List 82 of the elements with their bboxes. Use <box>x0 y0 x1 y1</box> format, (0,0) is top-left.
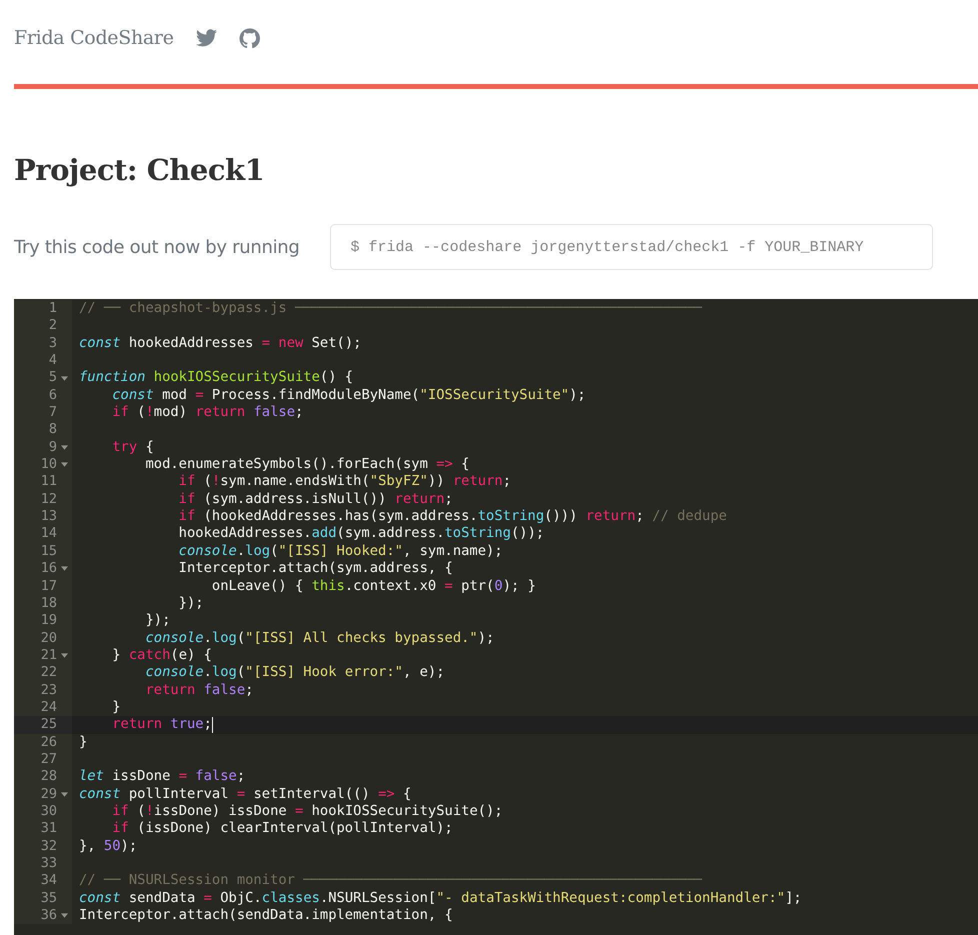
line-number: 20 <box>40 630 57 647</box>
line-number: 5 <box>48 369 57 387</box>
text-cursor <box>212 716 213 733</box>
code-line: console.log("[ISS] All checks bypassed."); <box>144 630 494 647</box>
line-number: 24 <box>40 698 57 716</box>
line-number: 11 <box>40 473 57 491</box>
code-line: mod.enumerateSymbols().forEach(sym => { <box>144 456 470 474</box>
code-line: Interceptor.attach(sym.address, { <box>178 560 453 578</box>
code-line: if (hookedAddresses.has(sym.address.toString())) return; // dedupe <box>178 508 727 526</box>
code-line: }, 50); <box>79 838 138 855</box>
line-number: 9 <box>48 438 57 456</box>
code-line: onLeave() { this.context.x0 = ptr(0); } <box>210 578 536 595</box>
fold-arrow-icon[interactable] <box>61 653 68 658</box>
code-line: const pollInterval = setInterval(() => { <box>79 786 412 803</box>
fold-arrow-icon[interactable] <box>61 913 68 918</box>
code-line: if (!issDone) issDone = hookIOSSecuritySuite(); <box>111 802 503 820</box>
code-line: if (issDone) clearInterval(pollInterval); <box>111 820 453 838</box>
line-number: 3 <box>48 334 57 352</box>
fold-arrow-icon[interactable] <box>61 376 68 381</box>
line-number: 7 <box>48 404 57 422</box>
project-heading: Project: Check1 <box>14 152 266 189</box>
command-field[interactable]: $ frida --codeshare jorgenytterstad/check1 -f YOUR_BINARY <box>330 224 933 270</box>
code-line: try { <box>111 438 154 456</box>
code-line: return true; <box>111 716 212 734</box>
line-number: 8 <box>48 421 57 439</box>
code-line: console.log("[ISS] Hooked:", sym.name); <box>178 542 503 560</box>
line-number: 28 <box>40 768 57 786</box>
fold-arrow-icon[interactable] <box>61 462 68 468</box>
site-title[interactable]: Frida CodeShare <box>14 27 174 49</box>
line-number: 34 <box>40 872 57 890</box>
code-line: } <box>111 698 121 716</box>
github-icon[interactable] <box>238 28 260 48</box>
fold-arrow-icon[interactable] <box>61 792 68 797</box>
code-line: const sendData = ObjC.classes.NSURLSession["- dataTaskWithRequest:completionHandler:"]; <box>79 890 802 908</box>
line-number: 4 <box>48 352 57 370</box>
code-line: return false; <box>144 682 254 699</box>
code-line: if (sym.address.isNull()) return; <box>178 490 453 508</box>
line-number: 21 <box>40 646 57 664</box>
line-number: 19 <box>40 612 57 630</box>
line-number: 36 <box>40 907 57 924</box>
line-number: 33 <box>40 855 57 872</box>
line-number: 16 <box>40 560 57 578</box>
line-number: 29 <box>40 786 57 803</box>
line-number: 2 <box>48 317 57 335</box>
code-line: if (!mod) return false; <box>111 404 304 422</box>
line-number: 35 <box>40 890 57 908</box>
line-number: 14 <box>40 525 57 543</box>
line-number: 32 <box>40 838 57 855</box>
line-number: 15 <box>40 542 57 560</box>
line-number: 17 <box>40 578 57 595</box>
code-line: }); <box>178 594 204 612</box>
line-number: 10 <box>40 456 57 474</box>
line-number: 22 <box>40 664 57 682</box>
code-editor[interactable] <box>14 299 978 935</box>
code-line: hookedAddresses.add(sym.address.toString()); <box>178 525 544 543</box>
line-number: 25 <box>40 716 57 734</box>
fold-arrow-icon[interactable] <box>61 444 68 450</box>
code-line: if (!sym.name.endsWith("SbyFZ")) return; <box>178 473 511 491</box>
line-number: 6 <box>48 386 57 404</box>
fold-arrow-icon[interactable] <box>61 566 68 572</box>
code-line: } catch(e) { <box>111 646 212 664</box>
code-line: const mod = Process.findModuleByName("IOSSecuritySuite"); <box>111 386 586 404</box>
code-line: const hookedAddresses = new Set(); <box>79 334 362 352</box>
line-number: 12 <box>40 490 57 508</box>
code-line: function hookIOSSecuritySuite() { <box>79 369 354 387</box>
line-number: 31 <box>40 820 57 838</box>
code-line: // ── cheapshot-bypass.js ───────────────────────────────────────────────── <box>79 300 702 318</box>
line-number: 18 <box>40 594 57 612</box>
line-number: 27 <box>40 750 57 768</box>
line-number: 23 <box>40 682 57 699</box>
line-number: 30 <box>40 802 57 820</box>
code-line: console.log("[ISS] Hook error:", e); <box>144 664 445 682</box>
line-number: 13 <box>40 508 57 526</box>
code-line: } <box>79 734 88 751</box>
code-line: Interceptor.attach(sendData.implementation, { <box>79 907 453 924</box>
code-line: let issDone = false; <box>79 768 246 786</box>
code-line: }); <box>144 612 170 630</box>
line-number: 26 <box>40 734 57 751</box>
twitter-icon[interactable] <box>196 29 217 47</box>
line-number: 1 <box>48 300 57 318</box>
code-line: // ── NSURLSession monitor ──────────────────────────────────────────────── <box>79 872 702 890</box>
run-instruction: Try this code out now by running <box>14 236 300 258</box>
